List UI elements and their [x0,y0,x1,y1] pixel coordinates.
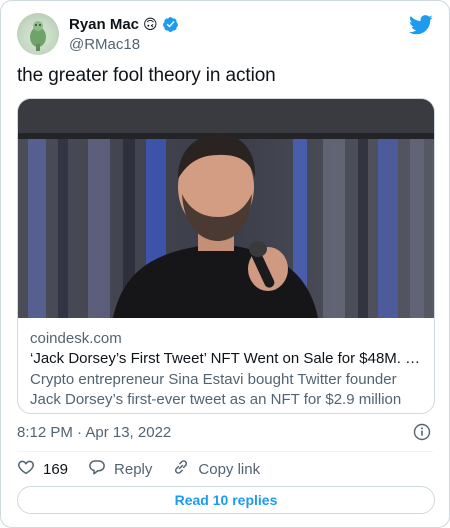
link-domain: coindesk.com [30,330,122,347]
tweet-actions: 169 Reply Copy link [17,459,280,479]
like-button[interactable]: 169 [17,458,68,480]
author-emoji: 🙃 [143,16,158,32]
divider [17,451,433,452]
like-count: 169 [43,460,69,478]
link-title[interactable]: ‘Jack Dorsey’s First Tweet’ NFT Went on … [30,349,422,369]
heart-icon [17,458,35,480]
tweet-header: Ryan Mac 🙃 @RMac18 [17,13,435,55]
reply-button[interactable]: Reply [88,458,152,480]
link-description: Crypto entrepreneur Sina Estavi bought T… [30,371,402,413]
tweet-text: the greater fool theory in action [17,65,276,86]
twitter-logo-icon[interactable] [409,15,433,35]
reply-label: Reply [114,460,153,478]
avatar[interactable] [17,13,59,55]
reply-icon [88,458,106,480]
verified-badge-icon [162,16,179,33]
author-handle[interactable]: @RMac18 [69,36,140,53]
link-preview-card[interactable]: coindesk.com ‘Jack Dorsey’s First Tweet’… [17,98,435,414]
article-photo[interactable] [18,99,434,318]
info-icon[interactable] [413,423,431,441]
link-icon [172,458,190,480]
copy-link-button[interactable]: Copy link [172,458,260,480]
copy-link-label: Copy link [198,460,261,478]
name-row: Ryan Mac 🙃 [69,16,179,33]
author-name[interactable]: Ryan Mac [69,16,139,33]
read-replies-button[interactable]: Read 10 replies [17,486,435,514]
embedded-tweet-card: Ryan Mac 🙃 @RMac18 the greater fool theo… [0,0,450,528]
tweet-timestamp[interactable]: 8:12 PM · Apr 13, 2022 [17,424,171,441]
link-meta: coindesk.com ‘Jack Dorsey’s First Tweet’… [30,329,422,413]
